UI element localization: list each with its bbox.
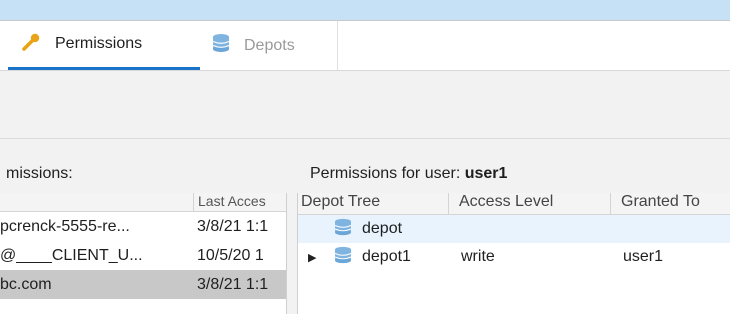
permissions-tree-table: Depot Tree Access Level Granted To depot… [297,193,730,314]
user-cell: pcrenck-5555-re... [0,217,130,235]
user-cell: @____CLIENT_U... [0,246,143,264]
triangle-right-icon: ▶ [308,251,317,264]
user-cell: bc.com [0,275,52,293]
granted-to-cell: user1 [623,248,664,265]
users-table: Last Acces pcrenck-5555-re... 3/8/21 1:1… [0,193,287,314]
tab-bar: Permissions Depots [0,21,730,71]
permissions-panel-title: Permissions for user: user1 [310,165,507,183]
last-access-cell: 3/8/21 1:1 [197,217,269,235]
last-access-cell: 10/5/20 1 [197,246,264,264]
database-icon [212,33,230,58]
granted-to-cell [623,215,730,243]
access-level-cell [461,215,610,243]
column-header-user[interactable] [0,193,193,211]
permissions-content: missions: Permissions for user: user1 La… [0,139,730,314]
depot-name: depot [362,220,403,237]
column-header-granted-to[interactable]: Granted To [610,193,730,214]
key-icon [21,32,41,57]
permissions-title-user: user1 [464,165,508,182]
table-row[interactable]: bc.com 3/8/21 1:1 [0,270,286,299]
tab-label: Permissions [55,35,143,52]
tab-depots[interactable]: Depots [200,21,338,70]
expand-toggle[interactable]: ▶ [308,243,324,271]
permissions-title-prefix: Permissions for user: [310,165,461,182]
tree-row[interactable]: ▶ depot1 write user1 [298,243,730,271]
depot-name: depot1 [362,248,411,265]
column-header-depot-tree[interactable]: Depot Tree [298,193,448,214]
table-row[interactable]: pcrenck-5555-re... 3/8/21 1:1 [0,212,286,241]
depot-cell: depot1 [334,243,448,271]
last-access-cell: 3/8/21 1:1 [197,275,269,293]
users-table-header: Last Acces [0,193,286,212]
database-icon [334,246,352,269]
tab-label: Depots [244,36,295,54]
permissions-table-header: Depot Tree Access Level Granted To [298,193,730,215]
tree-row[interactable]: depot [298,215,730,243]
table-row[interactable]: @____CLIENT_U... 10/5/20 1 [0,241,286,270]
database-icon [334,218,352,241]
column-header-access-level[interactable]: Access Level [448,193,610,214]
app-window: Permissions Depots missions: Permissions… [0,20,730,314]
column-header-last-access[interactable]: Last Acces [193,193,286,211]
users-panel-title: missions: [6,165,73,182]
depot-cell: depot [334,215,448,243]
toolbar-area [0,71,730,139]
tab-permissions[interactable]: Permissions [8,21,200,70]
access-level-cell: write [461,248,495,265]
